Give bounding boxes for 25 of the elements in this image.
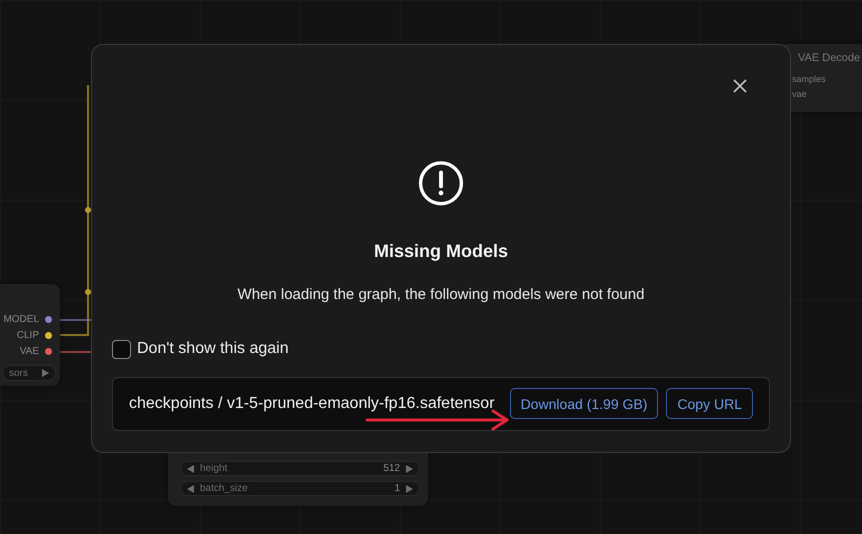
output-label: MODEL <box>3 314 39 324</box>
input-label: vae <box>792 89 808 101</box>
output-label: CLIP <box>16 330 39 340</box>
link-dot <box>85 207 91 213</box>
node-widget[interactable]: height 512 <box>180 461 420 476</box>
dialog-message: When loading the graph, the following models were not found <box>238 286 644 303</box>
download-button[interactable]: Download (1.99 GB) <box>510 388 658 420</box>
decrement-arrow-icon[interactable] <box>187 464 194 472</box>
increment-arrow-icon[interactable] <box>42 369 49 377</box>
node-widget[interactable]: sors <box>2 365 56 381</box>
close-button[interactable] <box>731 77 749 95</box>
checkbox[interactable] <box>112 340 131 359</box>
node-widget[interactable]: batch_size 1 <box>180 481 420 496</box>
increment-arrow-icon[interactable] <box>406 484 413 492</box>
dialog-title: Missing Models <box>374 240 508 262</box>
increment-arrow-icon[interactable] <box>406 464 413 472</box>
link-dot <box>85 289 91 295</box>
decrement-arrow-icon[interactable] <box>187 484 194 492</box>
copy-url-button[interactable]: Copy URL <box>666 388 753 420</box>
alert-icon <box>417 160 465 207</box>
output-label: VAE <box>20 346 39 356</box>
node-title: VAE Decode <box>798 52 862 64</box>
model-path: checkpoints / v1-5-pruned-emaonly-fp16.safetensor <box>129 394 496 413</box>
checkbox-label: Don't show this again <box>137 340 289 358</box>
input-label: samples <box>792 74 827 86</box>
